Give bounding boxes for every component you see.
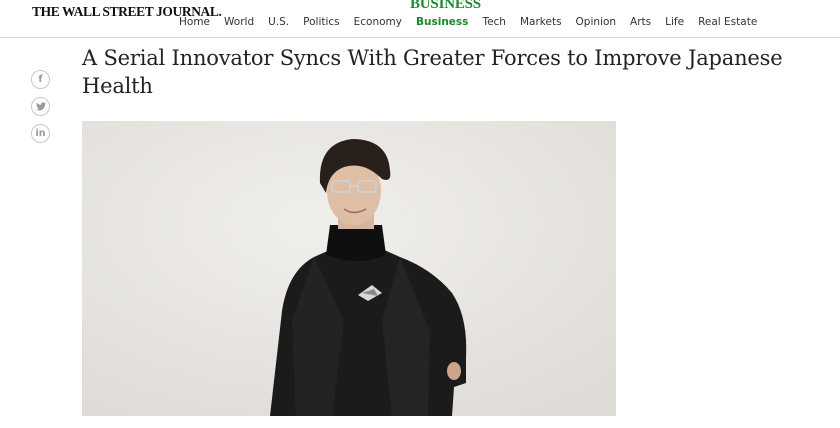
nav-item-world[interactable]: World [217, 16, 261, 28]
nav-item-politics[interactable]: Politics [296, 16, 347, 28]
nav-item-economy[interactable]: Economy [347, 16, 409, 28]
nav-item-business[interactable]: Business [409, 16, 475, 28]
top-navigation-bar: THE WALL STREET JOURNAL. BUSINESS Home W… [0, 0, 840, 38]
nav-item-real-estate[interactable]: Real Estate [691, 16, 764, 28]
nav-item-arts[interactable]: Arts [623, 16, 658, 28]
nav-item-markets[interactable]: Markets [513, 16, 569, 28]
nav-item-us[interactable]: U.S. [261, 16, 296, 28]
nav-item-opinion[interactable]: Opinion [569, 16, 624, 28]
twitter-icon [35, 102, 46, 111]
nav-item-life[interactable]: Life [658, 16, 691, 28]
linkedin-share-button[interactable]: in [31, 124, 50, 143]
section-name-label[interactable]: BUSINESS [410, 0, 481, 13]
twitter-share-button[interactable] [31, 97, 50, 116]
facebook-icon: f [38, 74, 43, 85]
article-headline: A Serial Innovator Syncs With Greater Fo… [82, 46, 783, 98]
main-nav: Home World U.S. Politics Economy Busines… [172, 16, 764, 28]
article-hero-photo [82, 121, 616, 416]
facebook-share-button[interactable]: f [31, 70, 50, 89]
nav-item-home[interactable]: Home [172, 16, 217, 28]
nav-item-tech[interactable]: Tech [475, 16, 513, 28]
share-tools: f in [31, 70, 51, 151]
linkedin-icon: in [35, 128, 46, 139]
portrait-photo [82, 121, 616, 416]
